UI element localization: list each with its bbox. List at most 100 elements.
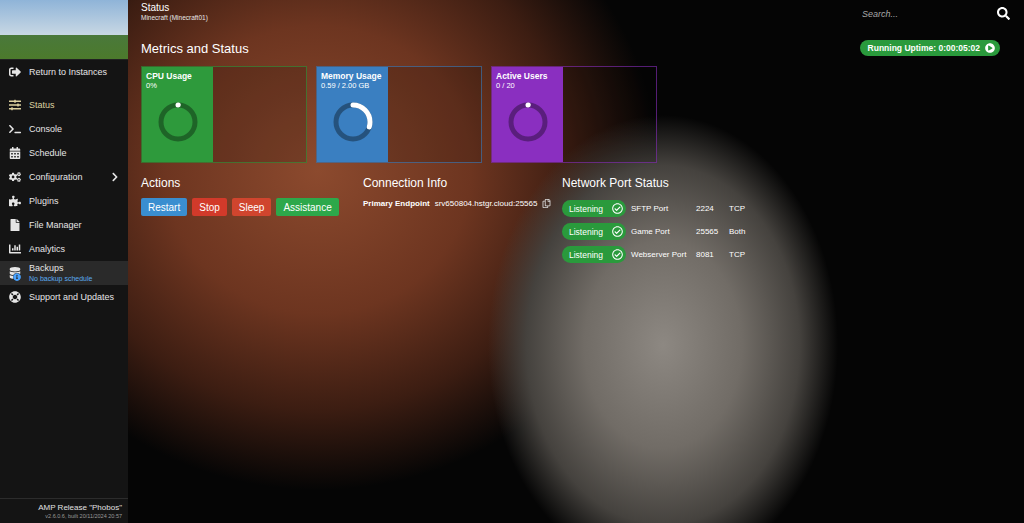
sidebar-icon-wrap [9,147,21,159]
sidebar-item[interactable]: Status [0,93,128,117]
sidebar-icon-wrap [9,219,21,231]
sidebar-item-label: Support and Updates [29,292,120,303]
sidebar-item[interactable]: Configuration [0,165,128,189]
metric-value: 0 / 20 [496,81,560,90]
sidebar-item-text: Plugins [29,196,120,207]
sidebar-item-label: Configuration [29,172,102,183]
sidebar-icon-wrap [9,195,21,207]
port-row: Listening Game Port 25565 Both [562,223,802,240]
section-title: Metrics and Status [141,41,249,56]
sidebar-item-text: Status [29,100,120,111]
action-button[interactable]: Assistance [276,198,338,216]
section-title: Connection Info [363,176,562,191]
sidebar-item-text: Support and Updates [29,292,120,303]
metric-label: Active Users [496,71,560,81]
calendar-icon [9,147,21,159]
port-number: 2224 [696,204,724,213]
sidebar-item[interactable]: Schedule [0,141,128,165]
port-protocol: Both [729,227,802,236]
sidebar-icon-wrap [9,66,21,78]
sidebar-item[interactable]: Console [0,117,128,141]
endpoint-address[interactable]: srv650804.hstgr.cloud:25565 [435,199,538,208]
instance-name: Minecraft (Minecraft01) [141,14,208,22]
network-section: Network Port Status Listening SFTP Port 222… [562,176,802,263]
sidebar-item-text: BackupsNo backup schedule [29,263,120,283]
action-button[interactable]: Stop [192,198,227,216]
sidebar-item-text: Analytics [29,244,120,255]
port-protocol: TCP [729,250,802,259]
sidebar-icon-wrap [9,99,21,111]
metric-card: Active Users0 / 20 [491,66,657,163]
sidebar-menu: Return to Instances Status Console Schedule… [0,60,128,309]
sidebar-item-subtitle: No backup schedule [29,274,120,283]
sidebar-item[interactable]: Analytics [0,237,128,261]
actions-section: ActionsRestartStopSleepAssistance [141,176,363,263]
gauge-ring [332,101,374,143]
sidebar-item-label: Console [29,124,120,135]
sidebar-item[interactable]: Plugins [0,189,128,213]
search-icon[interactable] [997,7,1010,20]
bar-chart-icon [9,243,21,255]
check-circle-icon [612,226,623,237]
app: Return to Instances Status Console Schedule… [0,0,1024,523]
page-title: Status [141,2,208,14]
uptime-pill: Running Uptime: 0:00:05:02 [860,40,1000,56]
sidebar-item[interactable]: Return to Instances [0,60,128,84]
port-name: Webserver Port [631,250,691,259]
sidebar: Return to Instances Status Console Schedule… [0,0,128,523]
port-name: SFTP Port [631,204,691,213]
build-info: v2.6.0.6, built 20/11/2024 20:57 [45,513,122,520]
port-name: Game Port [631,227,691,236]
sidebar-item-text: Return to Instances [29,67,120,78]
metric-card: Memory Usage0.59 / 2.00 GB [316,66,482,163]
sidebar-item[interactable]: BackupsNo backup schedule [0,261,128,285]
port-protocol: TCP [729,204,802,213]
copy-icon[interactable] [542,199,551,208]
check-circle-icon [612,249,623,260]
port-row: Listening SFTP Port 2224 TCP [562,200,802,217]
status-pill: Listening [562,223,626,240]
search-box [860,7,1010,20]
release-name: AMP Release "Phobos" [38,503,122,513]
sidebar-item-label: Return to Instances [29,67,120,78]
gears-icon [9,171,21,183]
action-button[interactable]: Sleep [232,198,272,216]
gauge-ring [507,101,549,143]
metric-card: CPU Usage0% [141,66,307,163]
metric-value: 0.59 / 2.00 GB [321,81,385,90]
gauge-ring [157,101,199,143]
action-buttons: Restart Stop SleepAssistance [141,198,363,216]
metrics-header: Metrics and Status Running Uptime: 0:00:0… [141,40,1010,56]
endpoint-label: Primary Endpoint [363,199,430,208]
info-row: ActionsRestartStopSleepAssistanceConnect… [141,176,1010,263]
sidebar-item-text: Schedule [29,148,120,159]
sidebar-item[interactable]: Support and Updates [0,285,128,309]
sidebar-icon-wrap [9,291,21,303]
port-number: 25565 [696,227,724,236]
puzzle-icon [9,195,21,207]
game-logo [0,0,128,60]
metric-value: 0% [146,81,210,90]
sidebar-item-label: File Manager [29,220,120,231]
main-content: StatusMinecraft (Minecraft01) Metrics and… [128,0,1024,523]
sidebar-item-label: Status [29,100,120,111]
action-button[interactable]: Restart [141,198,187,216]
sliders-icon [9,99,21,111]
check-circle-icon [612,203,623,214]
sidebar-item-text: File Manager [29,220,120,231]
metric-face: Memory Usage0.59 / 2.00 GB [317,67,388,162]
sidebar-icon-wrap [9,123,21,135]
port-row: ListeningWebserver Port8081TCP [562,246,802,263]
sidebar-icon-wrap [9,267,21,279]
metric-face: CPU Usage0% [142,67,213,162]
sidebar-icon-wrap [9,243,21,255]
terminal-icon [9,123,21,135]
search-input[interactable] [860,8,991,20]
info-icon [13,273,21,281]
chevron-right-icon [110,172,120,182]
status-pill: Listening [562,200,626,217]
port-number: 8081 [696,250,724,259]
sidebar-item[interactable]: File Manager [0,213,128,237]
section-title: Network Port Status [562,176,802,191]
metric-face: Active Users0 / 20 [492,67,563,162]
